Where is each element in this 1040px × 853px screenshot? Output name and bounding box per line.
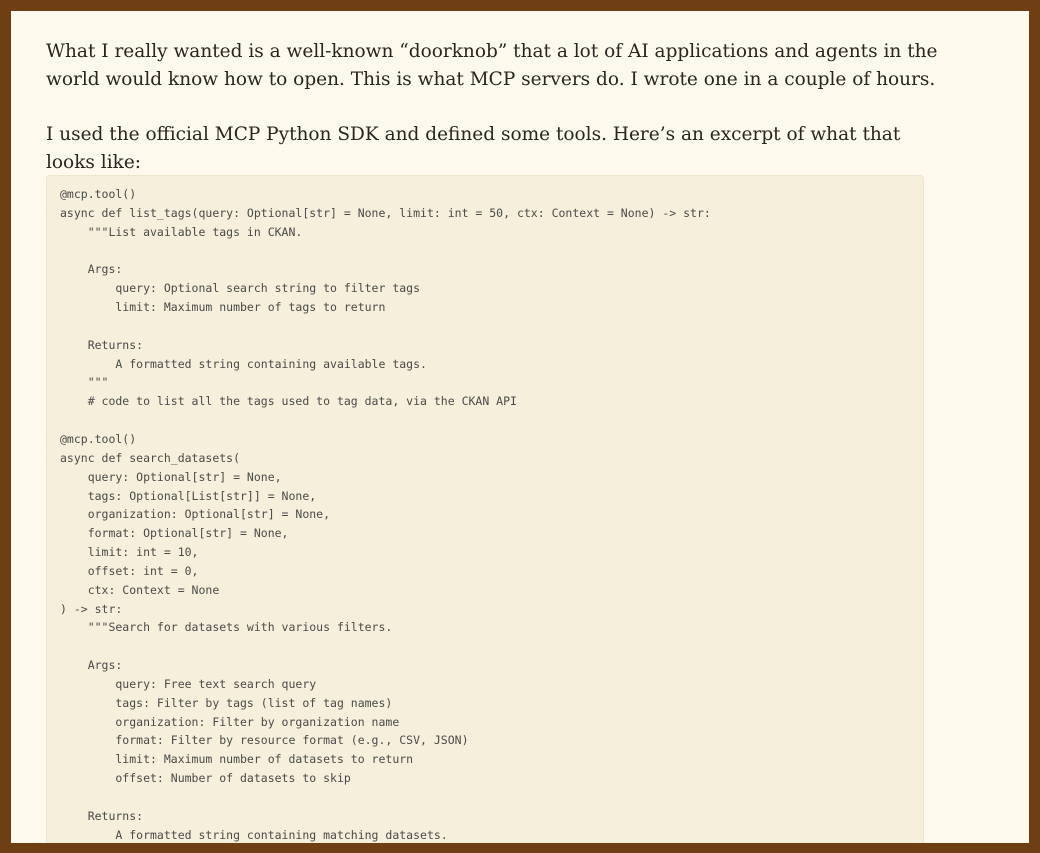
- article-paragraph-doorknob: What I really wanted is a well-known “do…: [46, 41, 938, 90]
- code-block-content: @mcp.tool() async def list_tags(query: O…: [60, 187, 711, 842]
- code-block: @mcp.tool() async def list_tags(query: O…: [46, 175, 924, 843]
- article-page: What I really wanted is a well-known “do…: [11, 11, 1029, 843]
- article-paragraph-sdk-intro: I used the official MCP Python SDK and d…: [46, 124, 901, 173]
